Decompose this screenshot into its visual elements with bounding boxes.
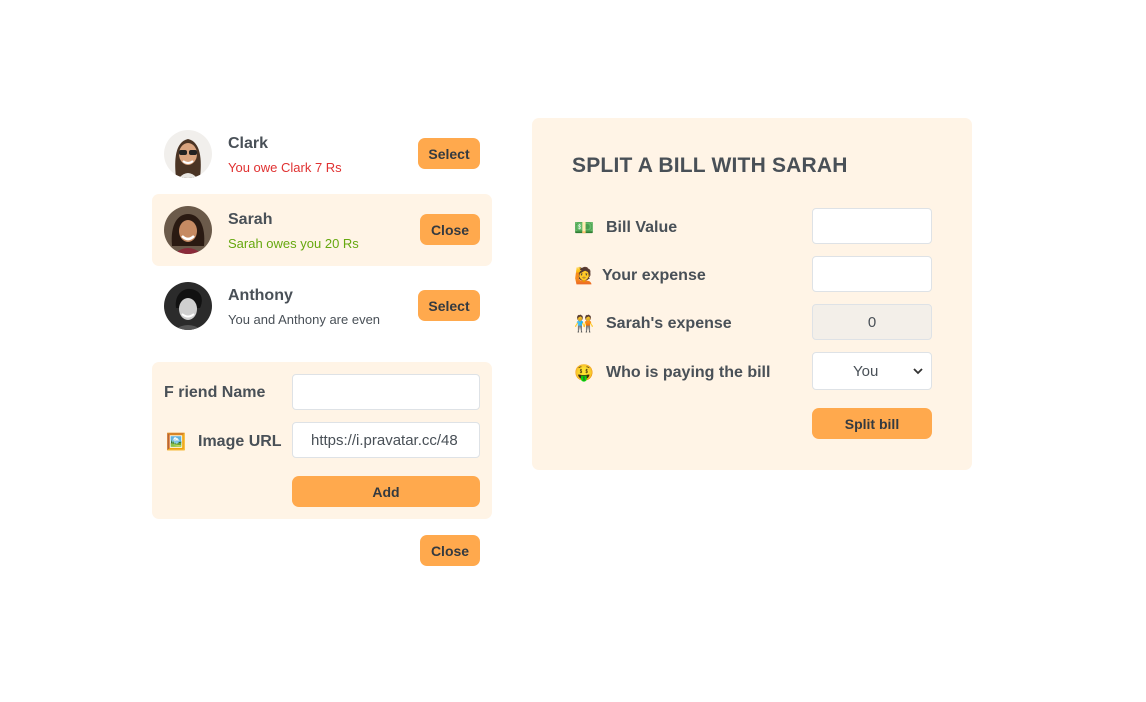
- friend-item-clark: Clark You owe Clark 7 Rs Select: [152, 118, 492, 190]
- split-form-title: SPLIT A BILL WITH SARAH: [572, 154, 848, 177]
- friend-name-label: F riend Name: [164, 384, 266, 401]
- avatar-anthony: [164, 282, 212, 330]
- picture-icon: 🖼️: [166, 434, 186, 451]
- select-anthony-button[interactable]: Select: [418, 290, 480, 321]
- close-sarah-button[interactable]: Close: [420, 214, 480, 245]
- your-expense-label: Your expense: [602, 267, 706, 284]
- add-friend-form: F riend Name 🖼️ Image URL https://i.prav…: [152, 362, 492, 519]
- friends-list: Clark You owe Clark 7 Rs Select Sarah Sa…: [152, 118, 492, 342]
- money-icon: 💵: [574, 220, 594, 237]
- friend-balance: You owe Clark 7 Rs: [228, 160, 342, 175]
- avatar-sarah: [164, 206, 212, 254]
- bill-value-label-group: 💵 Bill Value: [574, 218, 677, 238]
- friend-name-input[interactable]: [292, 374, 480, 410]
- friend-name: Clark: [228, 135, 269, 152]
- money-face-icon: 🤑: [574, 365, 594, 382]
- friend-item-anthony: Anthony You and Anthony are even Select: [152, 270, 492, 342]
- friend-expense-label-group: 🧑‍🤝‍🧑 Sarah's expense: [574, 314, 732, 334]
- split-bill-button[interactable]: Split bill: [812, 408, 932, 439]
- payer-label: Who is paying the bill: [606, 364, 771, 381]
- select-clark-button[interactable]: Select: [418, 138, 480, 169]
- add-friend-button[interactable]: Add: [292, 476, 480, 507]
- chevron-down-icon: [913, 368, 923, 375]
- friend-balance: Sarah owes you 20 Rs: [228, 236, 359, 251]
- friend-balance: You and Anthony are even: [228, 312, 381, 327]
- payer-select-value: You: [853, 362, 879, 380]
- people-icon: 🧑‍🤝‍🧑: [574, 316, 594, 333]
- bill-value-label: Bill Value: [606, 219, 678, 236]
- friend-expense-field: 0: [812, 304, 932, 340]
- raising-hand-icon: 🙋: [574, 268, 594, 285]
- payer-select[interactable]: You: [812, 352, 932, 390]
- image-url-label-group: 🖼️ Image URL: [166, 432, 282, 452]
- avatar-clark: [164, 130, 212, 178]
- friend-name: Sarah: [228, 211, 273, 228]
- image-url-label: Image URL: [198, 433, 282, 450]
- bill-value-input[interactable]: [812, 208, 932, 244]
- friend-expense-label: Sarah's expense: [606, 315, 732, 332]
- image-url-input[interactable]: https://i.pravatar.cc/48: [292, 422, 480, 458]
- your-expense-label-group: 🙋 Your expense: [574, 266, 706, 286]
- split-bill-form: SPLIT A BILL WITH SARAH 💵 Bill Value 🙋 Y…: [532, 118, 972, 470]
- friend-name: Anthony: [228, 287, 293, 304]
- your-expense-input[interactable]: [812, 256, 932, 292]
- close-add-form-button[interactable]: Close: [420, 535, 480, 566]
- payer-label-group: 🤑 Who is paying the bill: [574, 363, 770, 383]
- friend-item-sarah: Sarah Sarah owes you 20 Rs Close: [152, 194, 492, 266]
